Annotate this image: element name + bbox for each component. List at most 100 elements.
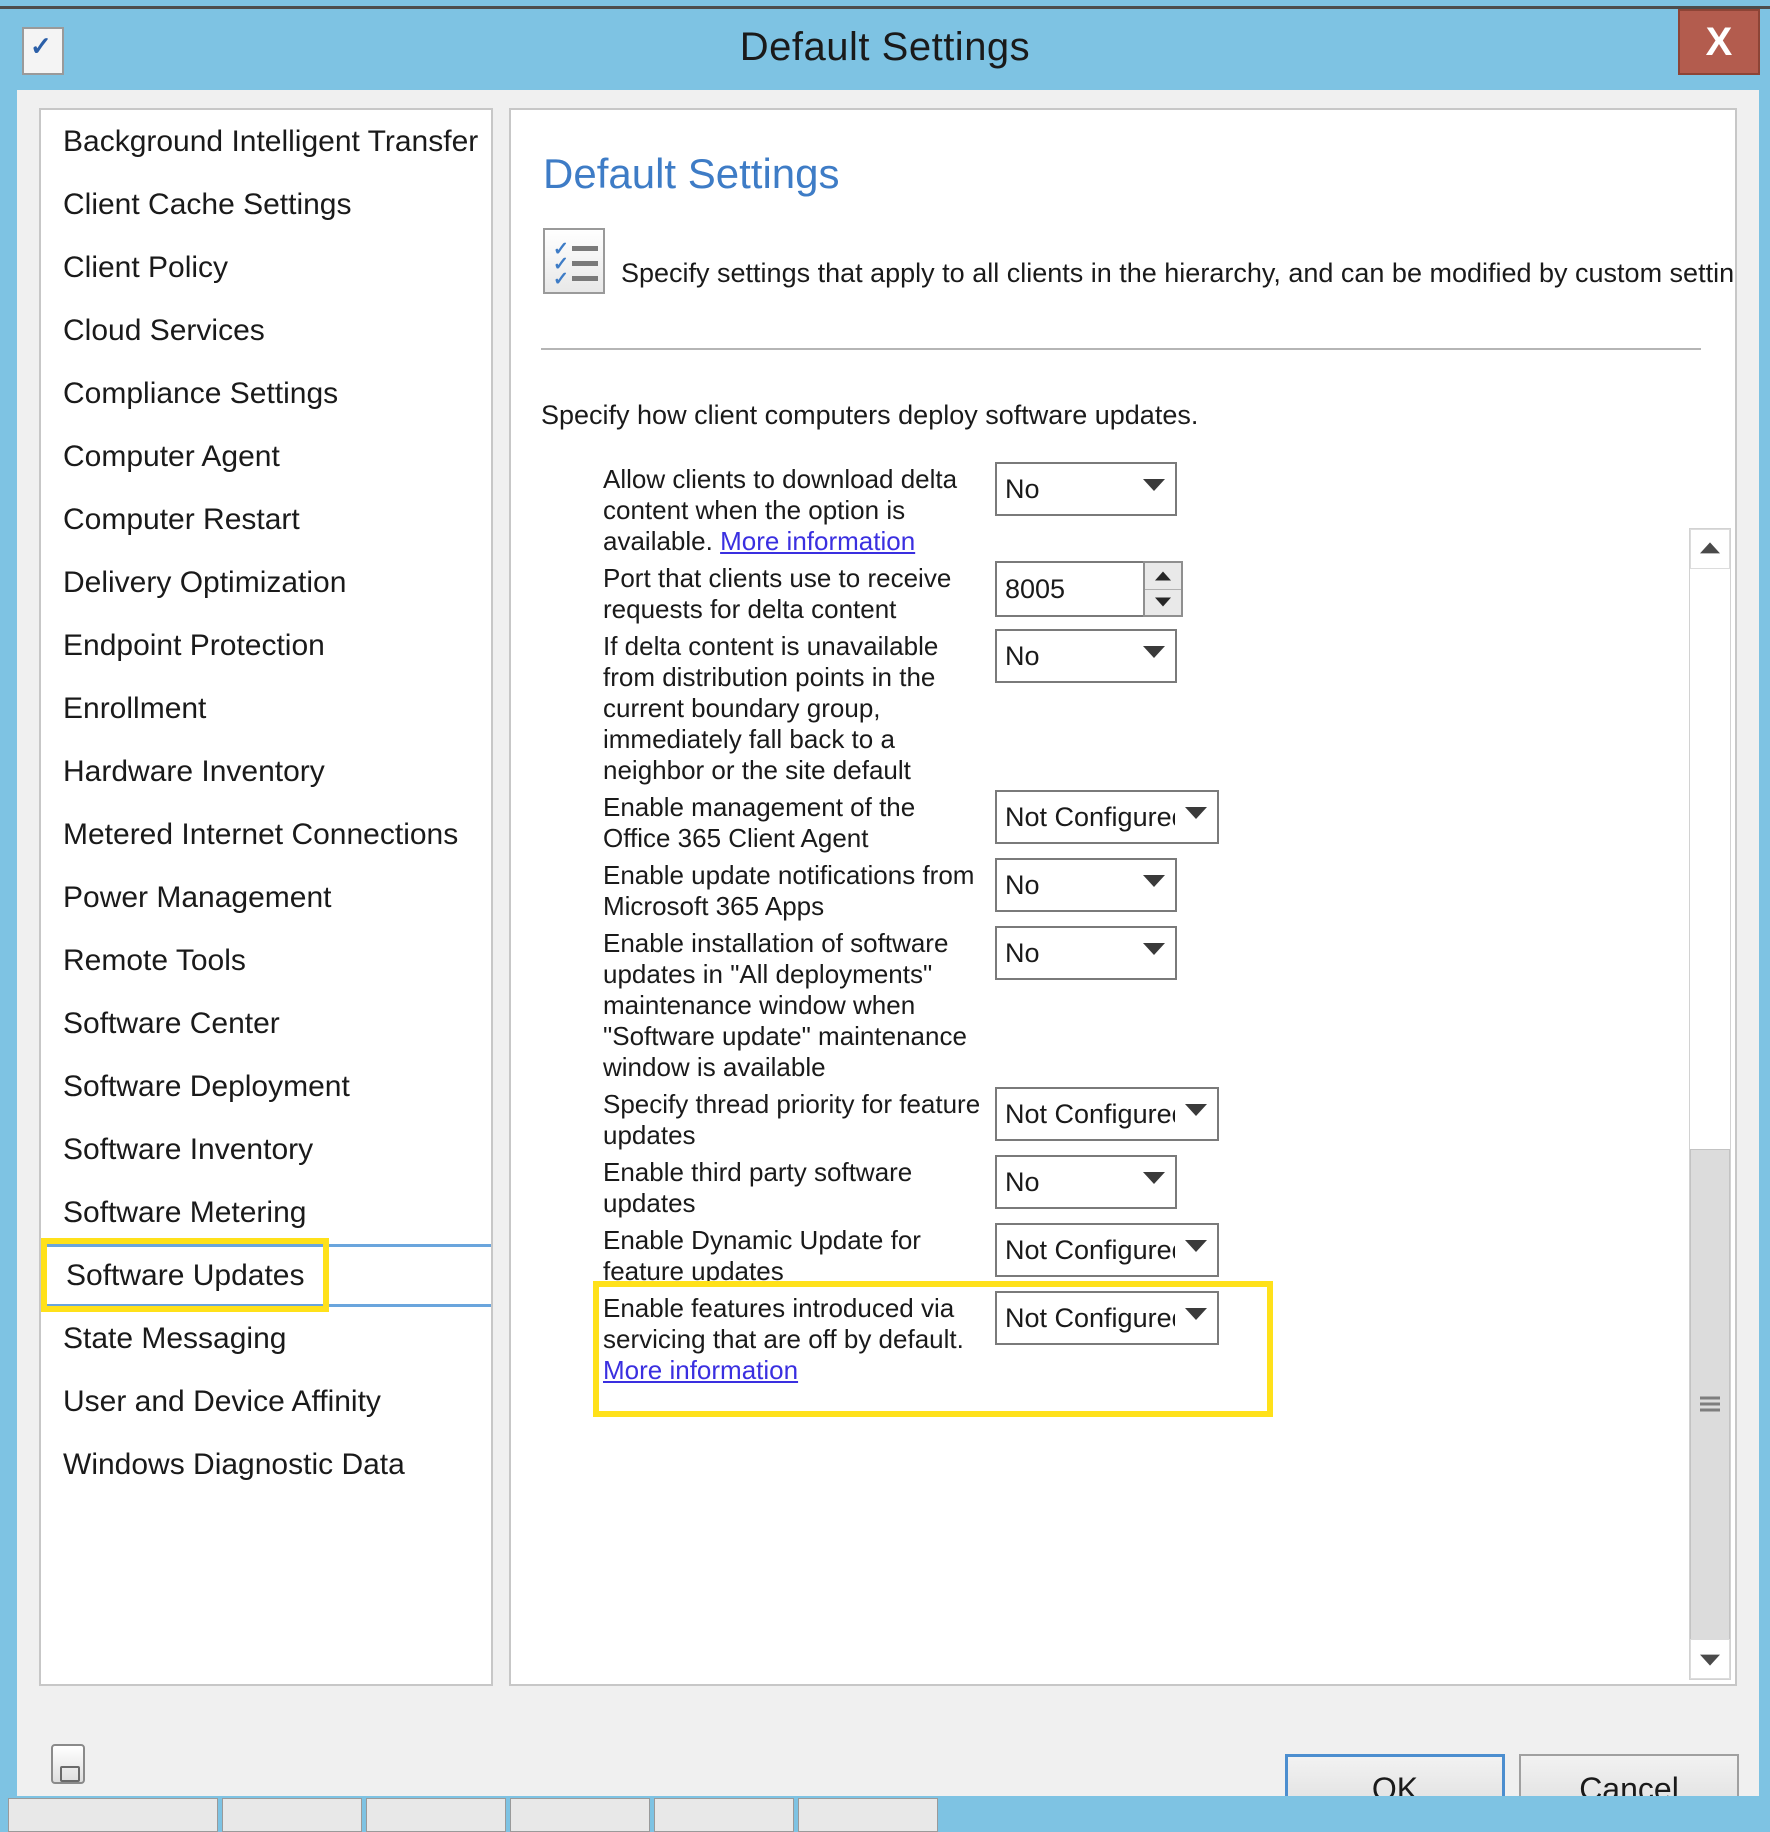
- setting-control: NoYes: [995, 460, 1177, 516]
- stepper-up-icon[interactable]: [1145, 563, 1181, 590]
- settings-checklist-icon: ✓ ✓ ✓: [543, 228, 605, 294]
- sidebar-item-label: Remote Tools: [63, 944, 246, 977]
- sidebar-item-remote-tools[interactable]: Remote Tools: [41, 929, 491, 992]
- sidebar-item-software-inventory[interactable]: Software Inventory: [41, 1118, 491, 1181]
- sidebar-item-label: Cloud Services: [63, 314, 265, 347]
- setting-label: Enable third party software updates: [603, 1153, 985, 1219]
- sidebar-item-background-intelligent-transfer[interactable]: Background Intelligent Transfer: [41, 110, 491, 173]
- sidebar-item-user-and-device-affinity[interactable]: User and Device Affinity: [41, 1370, 491, 1433]
- sidebar-item-delivery-optimization[interactable]: Delivery Optimization: [41, 551, 491, 614]
- sidebar-item-label: State Messaging: [63, 1322, 287, 1355]
- setting-label-text: If delta content is unavailable from dis…: [603, 631, 939, 785]
- setting-control: Not ConfiguredYesNo: [995, 788, 1219, 844]
- setting-label-text: Specify thread priority for feature upda…: [603, 1089, 981, 1150]
- setting-select[interactable]: NoYes: [995, 926, 1177, 980]
- setting-label: Enable features introduced via servicing…: [603, 1289, 985, 1386]
- sidebar-item-metered-internet-connections[interactable]: Metered Internet Connections: [41, 803, 491, 866]
- sidebar-item-software-deployment[interactable]: Software Deployment: [41, 1055, 491, 1118]
- sidebar-item-cloud-services[interactable]: Cloud Services: [41, 299, 491, 362]
- setting-select[interactable]: NoYes: [995, 858, 1177, 912]
- sidebar-item-power-management[interactable]: Power Management: [41, 866, 491, 929]
- chevron-down-icon[interactable]: [1690, 1639, 1730, 1679]
- setting-label: Enable installation of software updates …: [603, 924, 985, 1083]
- taskbar-cell[interactable]: [654, 1798, 794, 1832]
- sidebar-item-software-updates[interactable]: Software Updates: [41, 1238, 491, 1312]
- port-input[interactable]: [995, 561, 1143, 617]
- setting-select[interactable]: Not ConfiguredYesNo: [995, 1291, 1219, 1345]
- close-button[interactable]: X: [1678, 9, 1760, 75]
- sidebar-item-software-center[interactable]: Software Center: [41, 992, 491, 1055]
- setting-label: Enable management of the Office 365 Clie…: [603, 788, 985, 854]
- taskbar-strip: [0, 1796, 1770, 1832]
- setting-label-text: Enable management of the Office 365 Clie…: [603, 792, 916, 853]
- sidebar-item-computer-restart[interactable]: Computer Restart: [41, 488, 491, 551]
- setting-row: Enable features introduced via servicing…: [541, 1281, 1646, 1417]
- sidebar-item-label: Hardware Inventory: [63, 755, 325, 788]
- setting-label: If delta content is unavailable from dis…: [603, 627, 985, 786]
- taskbar-cell[interactable]: [798, 1798, 938, 1832]
- setting-row: Enable third party software updates NoYes: [541, 1153, 1646, 1219]
- sidebar-item-label: Compliance Settings: [63, 377, 339, 410]
- setting-label-text: Enable Dynamic Update for feature update…: [603, 1225, 921, 1286]
- page-title: Default Settings: [543, 150, 840, 197]
- setting-control: Not ConfiguredYesNo: [995, 1221, 1219, 1277]
- setting-control: NoYes: [995, 1153, 1177, 1209]
- sidebar-item-label: Software Deployment: [63, 1070, 350, 1103]
- setting-select[interactable]: Not ConfiguredYesNo: [995, 790, 1219, 844]
- setting-row: If delta content is unavailable from dis…: [541, 627, 1646, 786]
- panel-description: Specify settings that apply to all clien…: [621, 258, 1737, 288]
- section-description: Specify how client computers deploy soft…: [541, 400, 1199, 430]
- sidebar-item-software-metering[interactable]: Software Metering: [41, 1181, 491, 1244]
- sidebar-item-endpoint-protection[interactable]: Endpoint Protection: [41, 614, 491, 677]
- setting-control: NoYes: [995, 627, 1177, 683]
- sidebar-item-enrollment[interactable]: Enrollment: [41, 677, 491, 740]
- setting-select[interactable]: NoYes: [995, 462, 1177, 516]
- sidebar-item-windows-diagnostic-data[interactable]: Windows Diagnostic Data: [41, 1433, 491, 1496]
- setting-row: Enable management of the Office 365 Clie…: [541, 788, 1646, 854]
- sidebar-item-label: Client Policy: [63, 251, 229, 284]
- sidebar-item-label: Power Management: [63, 881, 332, 914]
- settings-dialog-window: Default Settings X Background Intelligen…: [0, 0, 1770, 1832]
- sidebar-item-label: Software Updates: [66, 1259, 305, 1292]
- scrollbar-thumb[interactable]: [1690, 1149, 1730, 1659]
- resize-grip-icon[interactable]: [51, 1744, 85, 1784]
- sidebar-item-state-messaging[interactable]: State Messaging: [41, 1307, 491, 1370]
- combo-box: Not ConfiguredYesNo: [995, 1223, 1219, 1277]
- setting-select[interactable]: NoYes: [995, 1155, 1177, 1209]
- setting-label: Port that clients use to receive request…: [603, 559, 985, 625]
- setting-label: Enable Dynamic Update for feature update…: [603, 1221, 985, 1287]
- sidebar-item-label: Enrollment: [63, 692, 207, 725]
- settings-scrollbar[interactable]: [1689, 528, 1731, 1680]
- setting-row: Allow clients to download delta content …: [541, 460, 1646, 557]
- stepper-buttons: [1143, 561, 1183, 617]
- sidebar-item-computer-agent[interactable]: Computer Agent: [41, 425, 491, 488]
- more-information-link[interactable]: More information: [603, 1355, 798, 1385]
- taskbar-cell[interactable]: [510, 1798, 650, 1832]
- sidebar-item-label: User and Device Affinity: [63, 1385, 381, 1418]
- stepper-down-icon[interactable]: [1145, 589, 1181, 615]
- combo-box: Not ConfiguredYesNo: [995, 1291, 1219, 1345]
- setting-label-text: Enable installation of software updates …: [603, 928, 967, 1082]
- setting-control: NoYes: [995, 856, 1177, 912]
- divider: [541, 348, 1701, 350]
- setting-control: NoYes: [995, 924, 1177, 980]
- sidebar-item-compliance-settings[interactable]: Compliance Settings: [41, 362, 491, 425]
- sidebar-item-label: Software Inventory: [63, 1133, 314, 1166]
- settings-list: Allow clients to download delta content …: [541, 460, 1646, 1417]
- sidebar-item-client-policy[interactable]: Client Policy: [41, 236, 491, 299]
- chevron-up-icon[interactable]: [1690, 529, 1730, 569]
- sidebar-item-client-cache-settings[interactable]: Client Cache Settings: [41, 173, 491, 236]
- settings-category-list[interactable]: Background Intelligent Transfer Client Ca…: [39, 108, 493, 1686]
- more-information-link[interactable]: More information: [720, 526, 915, 556]
- taskbar-cell[interactable]: [366, 1798, 506, 1832]
- setting-select[interactable]: Not ConfiguredYesNo: [995, 1223, 1219, 1277]
- setting-select[interactable]: NoYes: [995, 629, 1177, 683]
- sidebar-item-label: Background Intelligent Transfer: [63, 125, 479, 158]
- sidebar-item-hardware-inventory[interactable]: Hardware Inventory: [41, 740, 491, 803]
- taskbar-cell[interactable]: [8, 1798, 218, 1832]
- sidebar-item-label: Software Center: [63, 1007, 280, 1040]
- setting-select[interactable]: Not ConfiguredNormalLow: [995, 1087, 1219, 1141]
- sidebar-item-label: Computer Restart: [63, 503, 300, 536]
- taskbar-cell[interactable]: [222, 1798, 362, 1832]
- combo-box: NoYes: [995, 1155, 1177, 1209]
